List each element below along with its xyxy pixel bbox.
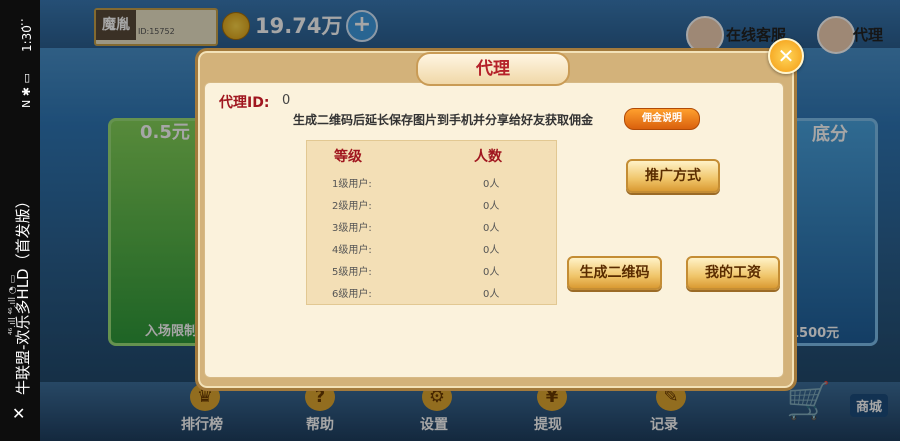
table-row-level: 5级用户:: [332, 267, 372, 278]
agent-description: 生成二维码后延长保存图片到手机并分享给好友获取佣金: [293, 113, 594, 127]
agent-id-value: 0: [282, 93, 291, 108]
table-header-count: 人数: [474, 149, 502, 165]
clock: 1:30: [20, 25, 34, 52]
my-salary-button[interactable]: 我的工资: [686, 256, 780, 290]
table-header-level: 等级: [334, 149, 362, 165]
table-row-count: 0人: [483, 179, 500, 190]
status-icons: N ✱ ▭: [20, 73, 33, 108]
table-row-count: 0人: [483, 223, 500, 234]
promotion-method-button[interactable]: 推广方式: [626, 159, 720, 193]
table-row-count: 0人: [483, 289, 500, 300]
agent-id-label: 代理ID:: [219, 95, 270, 111]
table-row-level: 4级用户:: [332, 245, 372, 256]
close-app-icon[interactable]: ✕: [12, 404, 25, 423]
dialog-title-plate: 代理: [416, 52, 570, 86]
close-dialog-button[interactable]: ✕: [768, 38, 804, 74]
table-row-level: 3级用户:: [332, 223, 372, 234]
table-row-count: 0人: [483, 201, 500, 212]
table-row-count: 0人: [483, 267, 500, 278]
dialog-title: 代理: [476, 59, 510, 79]
signal-icons: ⁴⁶.ıll ⁴⁶.ıll ◔ ▭: [8, 274, 18, 335]
table-row-level: 1级用户:: [332, 179, 372, 190]
commission-info-button[interactable]: 佣金说明: [624, 108, 700, 130]
table-row-level: 6级用户:: [332, 289, 372, 300]
generate-qr-button[interactable]: 生成二维码: [567, 256, 662, 290]
table-row-count: 0人: [483, 245, 500, 256]
table-row-level: 2级用户:: [332, 201, 372, 212]
system-status-bar: ⋮ 1:30 N ✱ ▭ 牛联盟-欢乐多HLD（首发版） ⁴⁶.ıll ⁴⁶.ı…: [0, 0, 40, 441]
